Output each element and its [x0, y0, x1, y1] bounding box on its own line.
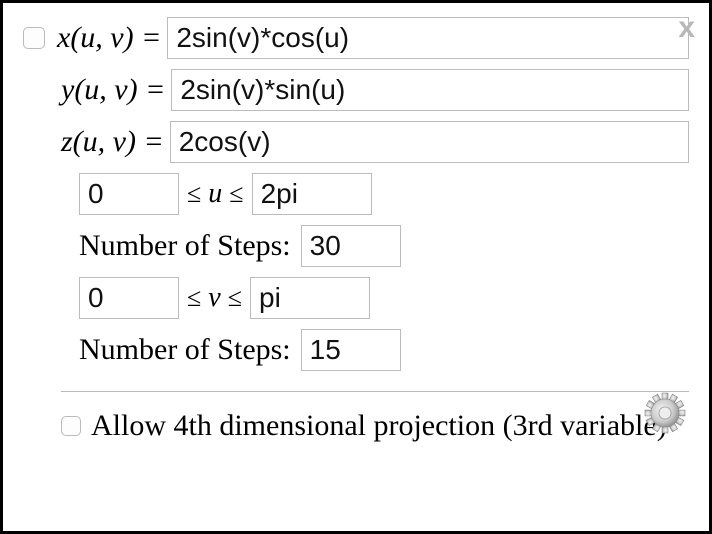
v-steps-label: Number of Steps: [79, 333, 291, 367]
close-icon[interactable]: x [678, 13, 695, 43]
u-min-input[interactable] [79, 173, 179, 215]
y-equation-input[interactable] [171, 69, 689, 111]
enable-surface-checkbox[interactable] [23, 27, 45, 49]
u-range-label: ≤ u ≤ [187, 178, 244, 210]
fourth-dim-label: Allow 4th dimensional projection (3rd va… [91, 406, 667, 447]
u-steps-label: Number of Steps: [79, 229, 291, 263]
z-label: z(u, v) = [61, 125, 164, 159]
u-max-input[interactable] [252, 173, 372, 215]
divider [61, 391, 689, 392]
z-equation-row: z(u, v) = [61, 121, 689, 163]
fourth-dim-checkbox[interactable] [61, 416, 81, 436]
v-range-label: ≤ v ≤ [187, 282, 242, 314]
parametric-surface-panel: x x(u, v) = y(u, v) = z(u, v) = ≤ u ≤ Nu… [0, 0, 712, 534]
x-equation-input[interactable] [167, 17, 689, 59]
v-max-input[interactable] [250, 277, 370, 319]
gear-icon[interactable] [643, 391, 687, 435]
v-min-input[interactable] [79, 277, 179, 319]
x-label: x(u, v) = [57, 21, 161, 55]
u-range-row: ≤ u ≤ [79, 173, 689, 215]
u-steps-row: Number of Steps: [79, 225, 689, 267]
fourth-dim-row: Allow 4th dimensional projection (3rd va… [61, 406, 689, 447]
y-label: y(u, v) = [61, 73, 165, 107]
v-steps-input[interactable] [301, 329, 401, 371]
u-steps-input[interactable] [301, 225, 401, 267]
v-range-row: ≤ v ≤ [79, 277, 689, 319]
z-equation-input[interactable] [170, 121, 689, 163]
y-equation-row: y(u, v) = [61, 69, 689, 111]
x-equation-row: x(u, v) = [23, 17, 689, 59]
v-steps-row: Number of Steps: [79, 329, 689, 371]
